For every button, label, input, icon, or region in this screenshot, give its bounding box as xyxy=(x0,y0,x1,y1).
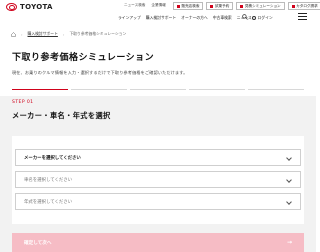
step-progress-segment-3 xyxy=(130,89,186,91)
breadcrumb-separator: › xyxy=(62,31,65,37)
quick-buttons: 販売店検索 試乗予約 見積シミュレーション カタログ請求 xyxy=(173,2,320,10)
nav-item-lineup[interactable]: ラインアップ xyxy=(118,15,141,21)
intro-text: 現在、お乗りのクルマ情報を入力・選択するだけで下取り参考価格をご確認いただけます… xyxy=(12,70,188,75)
step-progress xyxy=(12,89,304,94)
car-name-select[interactable]: 車名を選択してください xyxy=(15,171,301,188)
catalog-icon xyxy=(291,4,295,8)
toyota-emblem-icon xyxy=(6,3,17,11)
nav-item-used-car[interactable]: 中古車検索 xyxy=(213,15,232,21)
main-nav: ラインアップ 購入検討サポート オーナーの方へ 中古車検索 ニュース xyxy=(118,15,252,21)
year-select[interactable]: 年式を選択してください xyxy=(15,193,301,210)
step-title: メーカー・車名・年式を選択 xyxy=(12,111,111,120)
breadcrumb-purchase-support[interactable]: 購入検討サポート xyxy=(28,31,58,37)
step-number: STEP 01 xyxy=(12,100,34,105)
maker-select-value: メーカーを選択してください xyxy=(24,155,81,161)
step-progress-segment-1 xyxy=(12,89,68,91)
breadcrumb-separator: › xyxy=(21,31,23,37)
car-icon xyxy=(210,4,214,8)
catalog-label: カタログ請求 xyxy=(296,3,318,8)
car-name-select-value: 車名を選択してください xyxy=(24,177,73,183)
logo-text: TOYOTA xyxy=(20,3,53,11)
toyota-logo[interactable]: TOYOTA xyxy=(6,3,53,11)
util-link-news[interactable]: ニュース検索 xyxy=(124,3,145,8)
nav-item-purchase-support[interactable]: 購入検討サポート xyxy=(146,15,176,21)
arrow-right-icon: → xyxy=(286,239,292,246)
step-progress-segment-4 xyxy=(189,89,245,91)
estimate-button[interactable]: 見積シミュレーション xyxy=(236,2,285,10)
test-drive-button[interactable]: 試乗予約 xyxy=(206,2,234,10)
login-label: ログイン xyxy=(257,15,273,20)
chevron-down-icon xyxy=(286,199,292,205)
breadcrumb-current: 下取り参考価格シミュレーション xyxy=(69,31,127,36)
site-header: TOYOTA ニュース検索 企業情報 販売店検索 試乗予約 見積シミュレーション… xyxy=(0,0,320,26)
hamburger-menu-icon[interactable] xyxy=(298,13,307,20)
login-link[interactable]: ログイン xyxy=(252,15,273,21)
test-drive-label: 試乗予約 xyxy=(214,3,230,8)
dealer-search-label: 販売店検索 xyxy=(181,3,200,8)
confirm-next-button[interactable]: 確定して次へ → xyxy=(12,233,304,252)
calculator-icon xyxy=(240,4,244,8)
select-panel: メーカーを選択してください 車名を選択してください 年式を選択してください xyxy=(12,136,304,224)
home-icon[interactable] xyxy=(11,31,16,37)
utility-links: ニュース検索 企業情報 xyxy=(124,3,166,8)
nav-item-owners[interactable]: オーナーの方へ xyxy=(181,15,208,21)
step-progress-segment-5 xyxy=(248,89,304,91)
estimate-label: 見積シミュレーション xyxy=(244,3,281,8)
breadcrumb: › 購入検討サポート › 下取り参考価格シミュレーション xyxy=(11,31,126,37)
search-icon[interactable] xyxy=(242,14,248,20)
dealer-search-button[interactable]: 販売店検索 xyxy=(173,2,204,10)
user-icon xyxy=(252,16,256,20)
chevron-down-icon xyxy=(286,155,292,161)
catalog-button[interactable]: カタログ請求 xyxy=(287,2,320,10)
step-progress-segment-2 xyxy=(71,89,127,91)
maker-select[interactable]: メーカーを選択してください xyxy=(15,149,301,166)
confirm-next-label: 確定して次へ xyxy=(24,240,52,246)
page-title: 下取り参考価格シミュレーション xyxy=(12,53,155,63)
store-icon xyxy=(177,4,180,8)
year-select-value: 年式を選択してください xyxy=(24,199,73,205)
chevron-down-icon xyxy=(286,177,292,183)
util-link-corporate[interactable]: 企業情報 xyxy=(151,3,165,8)
